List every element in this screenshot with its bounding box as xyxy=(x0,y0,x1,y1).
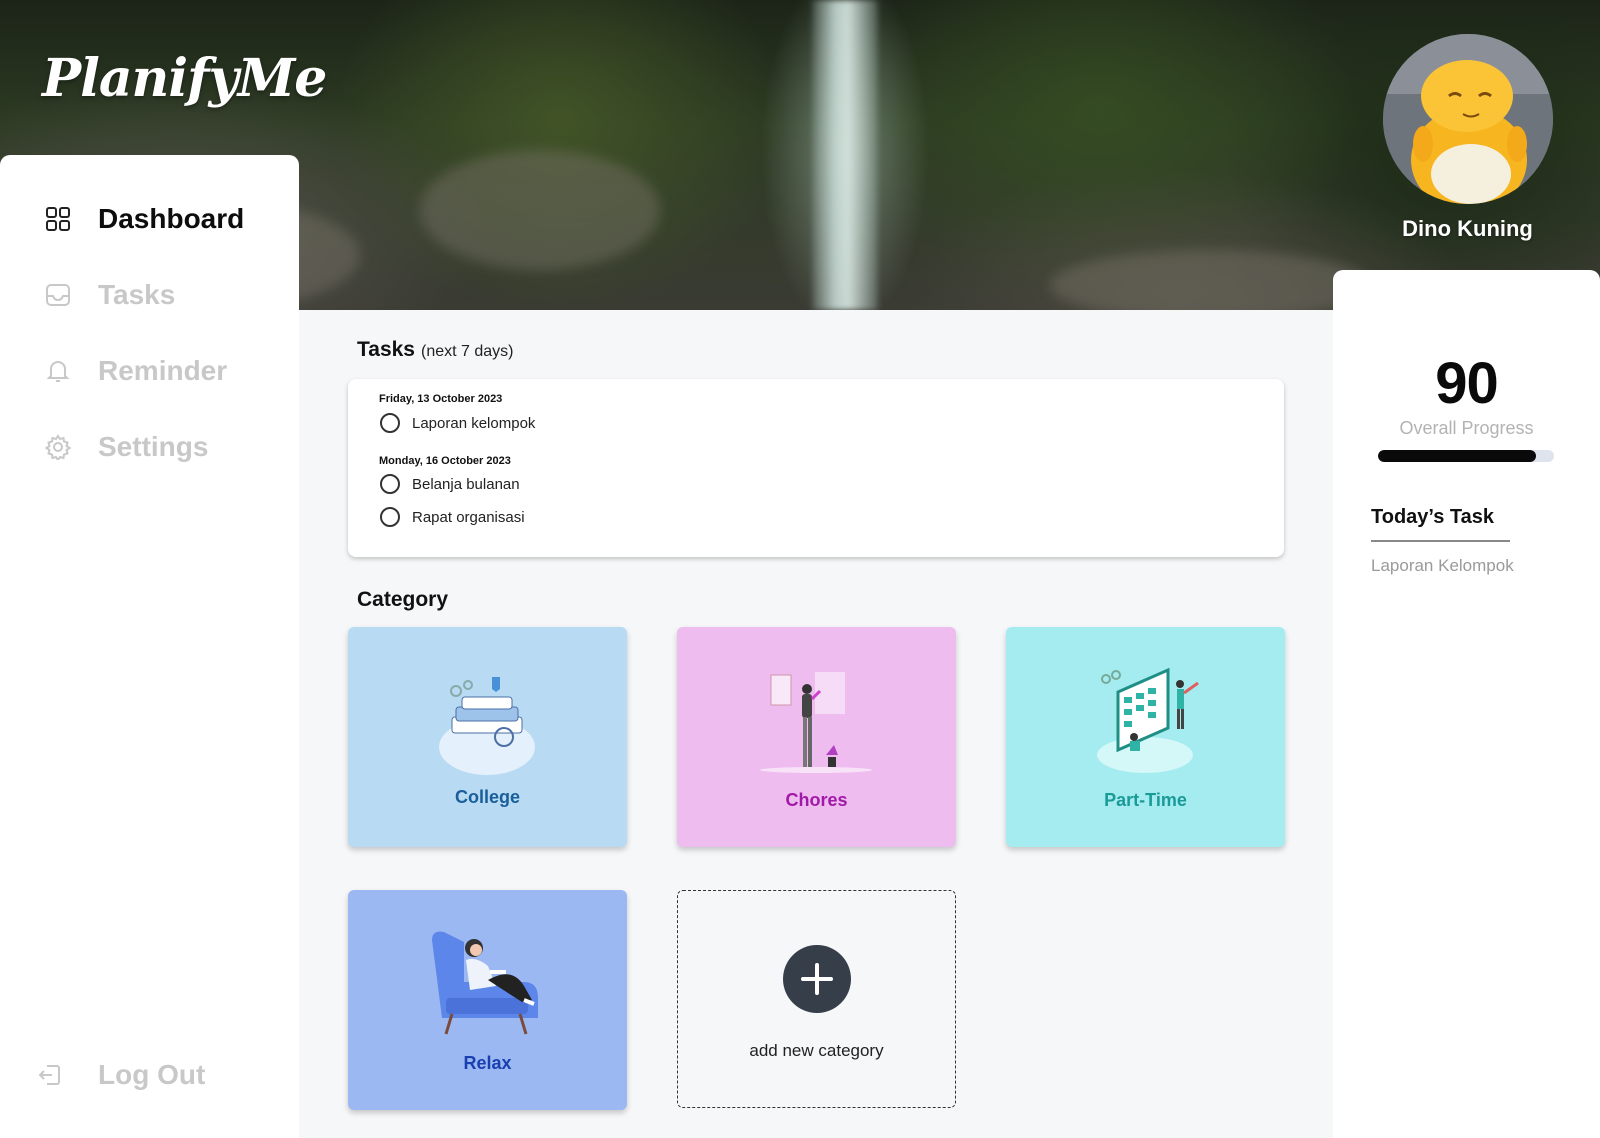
task-date-heading: Monday, 16 October 2023 xyxy=(379,455,511,467)
sidebar-item-tasks[interactable]: Tasks xyxy=(44,275,175,315)
add-category-label: add new category xyxy=(749,1041,884,1060)
overall-progress-value: 90 xyxy=(1435,351,1499,416)
profile-panel: 90 Overall Progress Today’s Task Laporan… xyxy=(1333,270,1600,1138)
category-name: Chores xyxy=(785,790,848,810)
bell-icon xyxy=(44,357,72,385)
logout-button[interactable]: Log Out xyxy=(36,1055,205,1095)
sidebar-item-dashboard[interactable]: Dashboard xyxy=(44,199,244,239)
progress-bar xyxy=(1378,450,1554,462)
task-checkbox[interactable] xyxy=(380,507,400,527)
sidebar-item-reminder[interactable]: Reminder xyxy=(44,351,227,391)
category-section-title: Category xyxy=(357,588,449,611)
task-item-label: Belanja bulanan xyxy=(412,475,520,493)
category-card-part-time[interactable]: Part-Time xyxy=(1006,627,1285,847)
grid-icon xyxy=(44,205,72,233)
sidebar-item-label: Dashboard xyxy=(98,203,245,234)
task-date-heading: Friday, 13 October 2023 xyxy=(379,393,503,405)
add-category-button[interactable]: add new category xyxy=(677,890,956,1108)
books-illustration-icon xyxy=(439,677,535,775)
task-item[interactable]: Belanja bulanan xyxy=(380,474,520,494)
plus-icon xyxy=(783,945,851,1013)
task-item[interactable]: Rapat organisasi xyxy=(380,507,525,527)
dino-toy-avatar-icon xyxy=(1383,34,1553,204)
sidebar-item-settings[interactable]: Settings xyxy=(44,427,208,467)
logout-label: Log Out xyxy=(98,1059,206,1090)
category-card-chores[interactable]: Chores xyxy=(677,627,956,847)
todays-task-item[interactable]: Laporan Kelompok xyxy=(1371,556,1514,576)
task-checkbox[interactable] xyxy=(380,474,400,494)
overall-progress-label: Overall Progress xyxy=(1399,418,1534,438)
category-name: College xyxy=(454,787,520,807)
tasks-section-title: Tasks (next 7 days) xyxy=(357,338,513,362)
sidebar-item-label: Settings xyxy=(98,431,209,462)
avatar[interactable] xyxy=(1383,34,1553,204)
logout-icon xyxy=(36,1061,64,1089)
todays-task-title: Today’s Task xyxy=(1371,506,1495,528)
task-item-label: Laporan kelompok xyxy=(412,414,536,432)
progress-bar-fill xyxy=(1378,450,1537,462)
cleaning-person-illustration-icon xyxy=(760,672,872,773)
tasks-subtitle: (next 7 days) xyxy=(421,343,514,360)
category-card-college[interactable]: College xyxy=(348,627,627,847)
tasks-title: Tasks xyxy=(357,338,415,361)
task-item-label: Rapat organisasi xyxy=(412,508,525,526)
task-item[interactable]: Laporan kelompok xyxy=(380,413,535,433)
category-card-relax[interactable]: Relax xyxy=(348,890,627,1110)
divider xyxy=(1371,540,1510,542)
app-logo[interactable]: PlanifyMe xyxy=(42,48,327,109)
category-name: Part-Time xyxy=(1104,790,1187,810)
category-name: Relax xyxy=(463,1053,512,1073)
armchair-reading-illustration-icon xyxy=(432,931,538,1035)
user-name[interactable]: Dino Kuning xyxy=(1360,216,1575,242)
task-checkbox[interactable] xyxy=(380,413,400,433)
inbox-icon xyxy=(44,281,72,309)
gear-icon xyxy=(44,433,72,461)
sidebar: Dashboard Tasks Reminder Settings Log Ou… xyxy=(0,155,299,1138)
kanban-board-illustration-icon xyxy=(1097,667,1199,773)
sidebar-item-label: Reminder xyxy=(98,355,228,386)
sidebar-item-label: Tasks xyxy=(98,279,176,310)
tasks-card: Friday, 13 October 2023 Laporan kelompok… xyxy=(348,379,1284,557)
